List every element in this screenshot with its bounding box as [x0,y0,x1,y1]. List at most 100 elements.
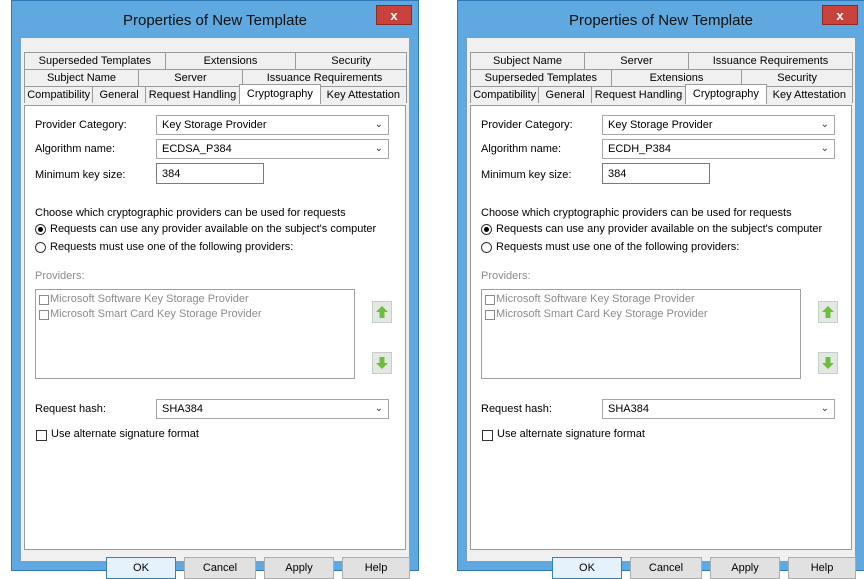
tab-security[interactable]: Security [295,52,408,69]
cancel-button[interactable]: Cancel [184,557,256,579]
tab-compatibility[interactable]: Compatibility [470,86,540,103]
dialog-window-left: Properties of New Template x Superseded … [11,0,419,579]
provider-category-dropdown[interactable]: Key Storage Provider ⌄ [602,115,835,135]
tab-cryptography[interactable]: Cryptography [685,84,767,104]
radio-must-use-provider[interactable] [35,242,46,253]
window-title: Properties of New Template [123,12,307,29]
tab-superseded-templates[interactable]: Superseded Templates [470,69,612,86]
tab-row-3: Compatibility General Request Handling C… [24,84,408,104]
algorithm-name-dropdown[interactable]: ECDSA_P384 ⌄ [156,139,389,159]
algorithm-name-value: ECDSA_P384 [162,143,232,155]
list-item[interactable]: Microsoft Software Key Storage Provider [50,293,249,305]
cryptography-panel: Provider Category: Key Storage Provider … [470,105,852,550]
tab-request-handling[interactable]: Request Handling [590,86,687,103]
provider-checkbox[interactable] [39,295,49,305]
tab-row-2: Subject Name Server Issuance Requirement… [24,69,407,86]
cancel-button[interactable]: Cancel [630,557,702,579]
dialog-body: Subject Name Server Issuance Requirement… [466,37,856,579]
providers-listbox[interactable]: Microsoft Software Key Storage Provider … [481,289,801,379]
request-hash-value: SHA384 [608,403,649,415]
tab-key-attestation[interactable]: Key Attestation [319,86,408,103]
tab-subject-name[interactable]: Subject Name [470,52,585,69]
provider-checkbox[interactable] [39,310,49,320]
tab-row-1: Subject Name Server Issuance Requirement… [470,52,853,69]
provider-checkbox[interactable] [485,295,495,305]
tab-row-1: Superseded Templates Extensions Security [24,52,408,69]
ok-button[interactable]: OK [552,557,622,579]
down-arrow-icon [376,357,388,369]
tab-compatibility[interactable]: Compatibility [24,86,94,103]
radio-any-provider-label[interactable]: Requests can use any provider available … [496,223,822,235]
min-key-size-input[interactable]: 384 [156,163,264,184]
chevron-down-icon: ⌄ [820,119,829,130]
providers-label: Providers: [481,270,531,282]
alt-signature-checkbox[interactable] [482,430,493,441]
cryptography-panel: Provider Category: Key Storage Provider … [24,105,406,550]
up-arrow-icon [376,306,388,318]
ok-button[interactable]: OK [106,557,176,579]
request-hash-label: Request hash: [35,403,106,415]
provider-category-label: Provider Category: [35,119,127,131]
request-hash-label: Request hash: [481,403,552,415]
tab-server[interactable]: Server [138,69,243,86]
tab-subject-name[interactable]: Subject Name [24,69,139,86]
move-up-button[interactable] [818,301,838,323]
down-arrow-icon [822,357,834,369]
min-key-size-input[interactable]: 384 [602,163,710,184]
provider-category-dropdown[interactable]: Key Storage Provider ⌄ [156,115,389,135]
apply-button[interactable]: Apply [710,557,780,579]
tab-general[interactable]: General [92,86,146,103]
algorithm-name-value: ECDH_P384 [608,143,671,155]
tab-row-2: Superseded Templates Extensions Security [470,69,854,86]
tab-issuance-requirements[interactable]: Issuance Requirements [688,52,853,69]
chevron-down-icon: ⌄ [374,403,383,414]
dialog-window-right: Properties of New Template x Subject Nam… [457,0,864,579]
tab-request-handling[interactable]: Request Handling [144,86,241,103]
providers-listbox[interactable]: Microsoft Software Key Storage Provider … [35,289,355,379]
chevron-down-icon: ⌄ [820,403,829,414]
request-hash-dropdown[interactable]: SHA384 ⌄ [602,399,835,419]
tab-key-attestation[interactable]: Key Attestation [765,86,854,103]
chevron-down-icon: ⌄ [374,143,383,154]
close-button[interactable]: x [376,5,412,25]
alt-signature-label[interactable]: Use alternate signature format [51,428,199,440]
title-bar[interactable]: Properties of New Template x [12,1,418,37]
move-up-button[interactable] [372,301,392,323]
tab-server[interactable]: Server [584,52,689,69]
radio-any-provider-label[interactable]: Requests can use any provider available … [50,223,376,235]
tab-superseded-templates[interactable]: Superseded Templates [24,52,166,69]
tab-general[interactable]: General [538,86,592,103]
algorithm-name-label: Algorithm name: [481,143,562,155]
radio-must-use-provider-label[interactable]: Requests must use one of the following p… [50,241,293,253]
list-item[interactable]: Microsoft Software Key Storage Provider [496,293,695,305]
title-bar[interactable]: Properties of New Template x [458,1,864,37]
tab-cryptography[interactable]: Cryptography [239,84,321,104]
apply-button[interactable]: Apply [264,557,334,579]
list-item[interactable]: Microsoft Smart Card Key Storage Provide… [50,308,262,320]
tab-row-3: Compatibility General Request Handling C… [470,84,854,104]
chevron-down-icon: ⌄ [374,119,383,130]
list-item[interactable]: Microsoft Smart Card Key Storage Provide… [496,308,708,320]
close-button[interactable]: x [822,5,858,25]
alt-signature-checkbox[interactable] [36,430,47,441]
window-title: Properties of New Template [569,12,753,29]
provider-category-value: Key Storage Provider [608,119,713,131]
tab-extensions[interactable]: Extensions [164,52,297,69]
move-down-button[interactable] [818,352,838,374]
choose-providers-text: Choose which cryptographic providers can… [35,207,346,219]
move-down-button[interactable] [372,352,392,374]
algorithm-name-dropdown[interactable]: ECDH_P384 ⌄ [602,139,835,159]
help-button[interactable]: Help [788,557,856,579]
radio-must-use-provider[interactable] [481,242,492,253]
radio-any-provider[interactable] [481,224,492,235]
up-arrow-icon [822,306,834,318]
provider-checkbox[interactable] [485,310,495,320]
choose-providers-text: Choose which cryptographic providers can… [481,207,792,219]
alt-signature-label[interactable]: Use alternate signature format [497,428,645,440]
radio-must-use-provider-label[interactable]: Requests must use one of the following p… [496,241,739,253]
provider-category-label: Provider Category: [481,119,573,131]
chevron-down-icon: ⌄ [820,143,829,154]
request-hash-dropdown[interactable]: SHA384 ⌄ [156,399,389,419]
radio-any-provider[interactable] [35,224,46,235]
help-button[interactable]: Help [342,557,410,579]
